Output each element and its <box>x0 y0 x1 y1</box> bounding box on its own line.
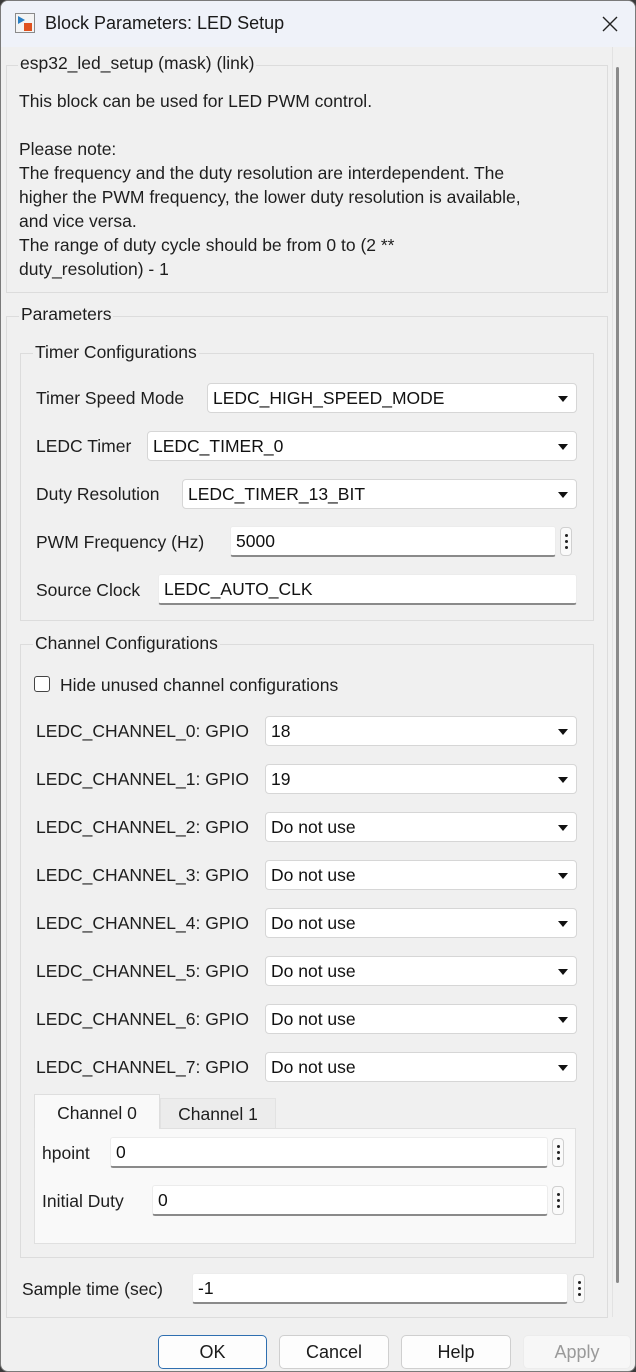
channel-7-gpio-label: LEDC_CHANNEL_7: GPIO <box>36 1057 249 1077</box>
channel-0-gpio-value: 18 <box>271 721 291 741</box>
chevron-down-icon <box>558 921 568 927</box>
duty-resolution-label: Duty Resolution <box>36 484 160 504</box>
channel-5-gpio-value: Do not use <box>271 961 356 981</box>
sample-time-more-button[interactable] <box>573 1274 585 1303</box>
source-clock-label: Source Clock <box>36 580 141 600</box>
title-bar: Block Parameters: LED Setup <box>1 1 635 47</box>
pwm-frequency-input[interactable] <box>236 530 528 552</box>
channel-4-gpio-dropdown[interactable]: Do not use <box>265 908 577 938</box>
chevron-down-icon <box>558 396 568 402</box>
description-line: The range of duty cycle should be from 0… <box>19 235 395 255</box>
channel-2-gpio-label: LEDC_CHANNEL_2: GPIO <box>36 817 249 837</box>
chevron-down-icon <box>558 969 568 975</box>
description-line: duty_resolution) - 1 <box>19 259 169 279</box>
source-clock-input[interactable] <box>164 578 540 600</box>
initial-duty-label: Initial Duty <box>42 1191 124 1211</box>
block-parameters-dialog: Block Parameters: LED Setup esp32_led_se… <box>0 0 636 1372</box>
channel-6-gpio-label: LEDC_CHANNEL_6: GPIO <box>36 1009 249 1029</box>
channel-4-gpio-label: LEDC_CHANNEL_4: GPIO <box>36 913 249 933</box>
channel-5-gpio-dropdown[interactable]: Do not use <box>265 956 577 986</box>
initial-duty-input[interactable] <box>158 1189 513 1211</box>
timer-configurations-title: Timer Configurations <box>33 342 199 363</box>
tab-channel-1[interactable]: Channel 1 <box>160 1098 276 1130</box>
pwm-frequency-field[interactable] <box>230 526 556 557</box>
channel-1-gpio-label: LEDC_CHANNEL_1: GPIO <box>36 769 249 789</box>
description-line: The frequency and the duty resolution ar… <box>19 163 505 183</box>
timer-speed-mode-dropdown[interactable]: LEDC_HIGH_SPEED_MODE <box>207 383 577 413</box>
description-line: higher the PWM frequency, the lower duty… <box>19 187 521 207</box>
duty-resolution-value: LEDC_TIMER_13_BIT <box>188 484 366 504</box>
hide-unused-label[interactable]: Hide unused channel configurations <box>60 673 338 697</box>
window-title: Block Parameters: LED Setup <box>45 13 285 33</box>
timer-speed-mode-label: Timer Speed Mode <box>36 388 185 408</box>
sample-time-label: Sample time (sec) <box>22 1279 164 1299</box>
pwm-frequency-label: PWM Frequency (Hz) <box>36 532 205 552</box>
channel-6-gpio-dropdown[interactable]: Do not use <box>265 1004 577 1034</box>
timer-speed-mode-value: LEDC_HIGH_SPEED_MODE <box>213 388 445 408</box>
channel-configurations-title: Channel Configurations <box>33 633 220 654</box>
hpoint-more-button[interactable] <box>552 1138 564 1167</box>
ok-button[interactable]: OK <box>158 1335 267 1369</box>
source-clock-field[interactable] <box>158 574 577 605</box>
channel-0-gpio-dropdown[interactable]: 18 <box>265 716 577 746</box>
close-icon <box>602 16 618 32</box>
channel-3-gpio-label: LEDC_CHANNEL_3: GPIO <box>36 865 249 885</box>
pwm-frequency-more-button[interactable] <box>560 527 572 556</box>
hpoint-input[interactable] <box>116 1141 509 1163</box>
duty-resolution-dropdown[interactable]: LEDC_TIMER_13_BIT <box>182 479 577 509</box>
channel-7-gpio-value: Do not use <box>271 1057 356 1077</box>
chevron-down-icon <box>558 1017 568 1023</box>
chevron-down-icon <box>558 492 568 498</box>
description-group-title: esp32_led_setup (mask) (link) <box>18 53 257 74</box>
apply-button[interactable]: Apply <box>523 1335 631 1369</box>
channel-6-gpio-value: Do not use <box>271 1009 356 1029</box>
initial-duty-more-button[interactable] <box>552 1186 564 1215</box>
ledc-timer-dropdown[interactable]: LEDC_TIMER_0 <box>147 431 577 461</box>
channel-2-gpio-dropdown[interactable]: Do not use <box>265 812 577 842</box>
channel-3-gpio-dropdown[interactable]: Do not use <box>265 860 577 890</box>
sample-time-input[interactable] <box>198 1277 535 1299</box>
vertical-scrollbar[interactable] <box>616 67 619 1283</box>
hpoint-field[interactable] <box>110 1137 548 1168</box>
description-line: This block can be used for LED PWM contr… <box>19 91 373 111</box>
channel-3-gpio-value: Do not use <box>271 865 356 885</box>
hide-unused-checkbox[interactable] <box>34 676 50 692</box>
channel-0-gpio-label: LEDC_CHANNEL_0: GPIO <box>36 721 249 741</box>
hpoint-label: hpoint <box>42 1143 90 1163</box>
chevron-down-icon <box>558 873 568 879</box>
tab-channel-0[interactable]: Channel 0 <box>34 1094 160 1130</box>
ledc-timer-label: LEDC Timer <box>36 436 132 456</box>
initial-duty-field[interactable] <box>152 1185 548 1216</box>
sample-time-field[interactable] <box>192 1273 568 1304</box>
ledc-timer-value: LEDC_TIMER_0 <box>153 436 284 456</box>
description-line: Please note: <box>19 139 117 159</box>
description-line: and vice versa. <box>19 211 137 231</box>
chevron-down-icon <box>558 825 568 831</box>
cancel-button[interactable]: Cancel <box>279 1335 389 1369</box>
simulink-block-icon <box>15 13 35 33</box>
close-button[interactable] <box>593 7 627 41</box>
chevron-down-icon <box>558 777 568 783</box>
channel-2-gpio-value: Do not use <box>271 817 356 837</box>
channel-4-gpio-value: Do not use <box>271 913 356 933</box>
channel-7-gpio-dropdown[interactable]: Do not use <box>265 1052 577 1082</box>
channel-1-gpio-dropdown[interactable]: 19 <box>265 764 577 794</box>
chevron-down-icon <box>558 444 568 450</box>
channel-1-gpio-value: 19 <box>271 769 291 789</box>
parameters-group-title: Parameters <box>19 304 114 325</box>
scrollbar-track <box>612 47 613 1317</box>
channel-5-gpio-label: LEDC_CHANNEL_5: GPIO <box>36 961 249 981</box>
help-button[interactable]: Help <box>401 1335 511 1369</box>
chevron-down-icon <box>558 729 568 735</box>
chevron-down-icon <box>558 1065 568 1071</box>
